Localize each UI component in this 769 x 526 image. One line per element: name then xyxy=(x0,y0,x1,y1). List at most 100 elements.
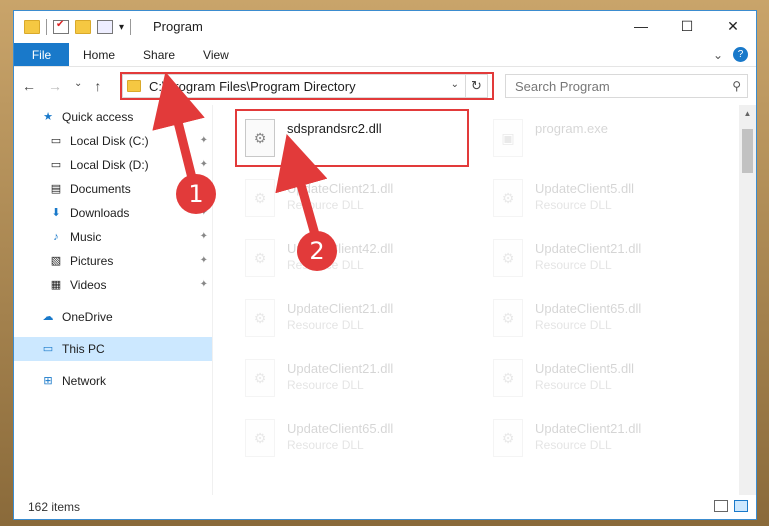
back-icon[interactable]: ← xyxy=(22,78,36,94)
toolbar-divider xyxy=(46,19,47,35)
status-bar: 162 items xyxy=(14,495,756,519)
sidebar-item-local-disk-c[interactable]: ▭ Local Disk (C:) ✦ xyxy=(14,129,212,153)
file-type: Resource DLL xyxy=(535,318,612,332)
scroll-thumb[interactable] xyxy=(742,129,753,173)
sidebar-item-label: Documents xyxy=(70,182,131,196)
sidebar-item-label: Quick access xyxy=(62,110,134,124)
file-name: UpdateClient21.dll xyxy=(535,421,642,436)
vertical-scrollbar[interactable]: ▲ xyxy=(739,105,756,495)
tab-file[interactable]: File xyxy=(14,43,69,66)
file-type: Resource DLL xyxy=(535,438,612,452)
sidebar-item-network[interactable]: ⊞ Network xyxy=(14,369,212,393)
file-name: UpdateClient5.dll xyxy=(535,361,635,376)
dll-file-icon: ⚙ xyxy=(493,419,523,457)
onedrive-icon: ☁ xyxy=(42,311,54,323)
sidebar-item-music[interactable]: ♪ Music ✦ xyxy=(14,225,212,249)
maximize-button[interactable]: ☐ xyxy=(664,11,710,41)
file-item[interactable]: ⚙ UpdateClient21.dll Resource DLL xyxy=(485,233,715,283)
up-icon[interactable]: ↑ xyxy=(94,78,101,94)
dll-file-icon: ⚙ xyxy=(245,239,275,277)
navigation-pane: ★ Quick access ▭ Local Disk (C:) ✦ ▭ Loc… xyxy=(14,105,212,485)
new-folder-icon[interactable] xyxy=(75,20,91,34)
sidebar-item-pictures[interactable]: ▧ Pictures ✦ xyxy=(14,249,212,273)
quick-access-toolbar: ▾ xyxy=(24,19,132,35)
file-item[interactable]: ⚙ UpdateClient5.dll Resource DLL xyxy=(485,173,715,223)
tab-share[interactable]: Share xyxy=(129,43,189,66)
file-item[interactable]: ⚙ UpdateClient21.dll Resource DLL xyxy=(237,353,467,403)
dll-file-icon: ⚙ xyxy=(245,299,275,337)
sidebar-item-label: Music xyxy=(70,230,102,244)
dll-file-icon: ⚙ xyxy=(493,179,523,217)
downloads-icon: ⬇ xyxy=(51,207,61,219)
pin-icon: ✦ xyxy=(199,255,208,266)
folder-icon xyxy=(24,20,40,34)
dll-file-icon: ⚙ xyxy=(493,359,523,397)
videos-icon: ▦ xyxy=(50,279,62,291)
file-item-program-exe[interactable]: ▣ program.exe xyxy=(485,113,715,163)
file-name: UpdateClient21.dll xyxy=(535,241,642,256)
pictures-icon: ▧ xyxy=(50,255,62,267)
search-box[interactable]: Search Program ⚲ xyxy=(505,74,748,98)
file-item[interactable]: ⚙ UpdateClient21.dll Resource DLL xyxy=(485,413,715,463)
file-name: UpdateClient65.dll xyxy=(287,421,394,436)
large-icons-view-icon[interactable] xyxy=(734,500,748,512)
tab-home[interactable]: Home xyxy=(69,43,129,66)
drive-icon: ▭ xyxy=(50,159,62,171)
sidebar-item-label: This PC xyxy=(62,342,105,356)
search-input[interactable]: Search Program xyxy=(515,79,732,94)
file-type: Resource DLL xyxy=(535,198,612,212)
file-type: Resource DLL xyxy=(287,318,364,332)
search-icon: ⚲ xyxy=(732,79,741,93)
file-type: Resource DLL xyxy=(287,378,364,392)
minimize-button[interactable]: — xyxy=(618,11,664,41)
title-bar: ▾ Program — ☐ ✕ xyxy=(14,11,756,43)
ribbon-tabs: File Home Share View ⌄ ? xyxy=(14,43,756,67)
sidebar-item-videos[interactable]: ▦ Videos ✦ xyxy=(14,273,212,297)
customize-icon[interactable] xyxy=(97,20,113,34)
exe-file-icon: ▣ xyxy=(493,119,523,157)
forward-icon[interactable]: → xyxy=(48,78,62,94)
toolbar-dropdown-icon[interactable]: ▾ xyxy=(119,22,124,33)
file-highlight-box xyxy=(235,109,469,167)
expand-ribbon-icon[interactable]: ⌄ xyxy=(713,48,723,62)
properties-check-icon[interactable] xyxy=(53,19,69,34)
recent-locations-icon[interactable]: ⌄ xyxy=(74,78,82,94)
file-name: UpdateClient21.dll xyxy=(287,361,394,376)
dll-file-icon: ⚙ xyxy=(245,359,275,397)
scroll-up-icon[interactable]: ▲ xyxy=(739,105,756,122)
help-icon[interactable]: ? xyxy=(733,47,748,62)
file-item[interactable]: ⚙ UpdateClient5.dll Resource DLL xyxy=(485,353,715,403)
file-item[interactable]: ⚙ UpdateClient21.dll Resource DLL xyxy=(237,293,467,343)
file-item[interactable]: ⚙ UpdateClient65.dll Resource DLL xyxy=(485,293,715,343)
sidebar-item-quick-access[interactable]: ★ Quick access xyxy=(14,105,212,129)
details-view-icon[interactable] xyxy=(714,500,728,512)
dll-file-icon: ⚙ xyxy=(493,239,523,277)
sidebar-item-this-pc[interactable]: ▭ This PC xyxy=(14,337,212,361)
pin-icon: ✦ xyxy=(199,279,208,290)
file-item[interactable]: ⚙ UpdateClient21.dll Resource DLL xyxy=(237,173,467,223)
file-name: UpdateClient5.dll xyxy=(535,181,635,196)
file-item[interactable]: ⚙ UpdateClient42.dll Resource DLL xyxy=(237,233,467,283)
sidebar-item-local-disk-d[interactable]: ▭ Local Disk (D:) ✦ xyxy=(14,153,212,177)
close-button[interactable]: ✕ xyxy=(710,11,756,41)
tab-view[interactable]: View xyxy=(189,43,243,66)
window-title: Program xyxy=(153,19,203,34)
address-highlight-box xyxy=(120,72,494,100)
star-icon: ★ xyxy=(43,111,53,123)
pin-icon: ✦ xyxy=(199,159,208,170)
sidebar-item-label: Local Disk (C:) xyxy=(70,134,149,148)
computer-icon: ▭ xyxy=(42,343,54,355)
sidebar-item-label: Pictures xyxy=(70,254,114,268)
explorer-window: ▾ Program — ☐ ✕ File Home Share View ⌄ ?… xyxy=(13,10,757,520)
file-list: ⚙ sdsprandsrc2.dll ▣ program.exe ⚙ Updat… xyxy=(212,105,742,495)
file-type: Resource DLL xyxy=(535,378,612,392)
dll-file-icon: ⚙ xyxy=(493,299,523,337)
file-name: UpdateClient21.dll xyxy=(287,301,394,316)
item-count: 162 items xyxy=(28,500,81,514)
file-name: UpdateClient21.dll xyxy=(287,181,394,196)
file-item[interactable]: ⚙ UpdateClient65.dll Resource DLL xyxy=(237,413,467,463)
sidebar-item-onedrive[interactable]: ☁ OneDrive xyxy=(14,305,212,329)
drive-icon: ▭ xyxy=(50,135,62,147)
documents-icon: ▤ xyxy=(50,183,62,195)
dll-file-icon: ⚙ xyxy=(245,419,275,457)
